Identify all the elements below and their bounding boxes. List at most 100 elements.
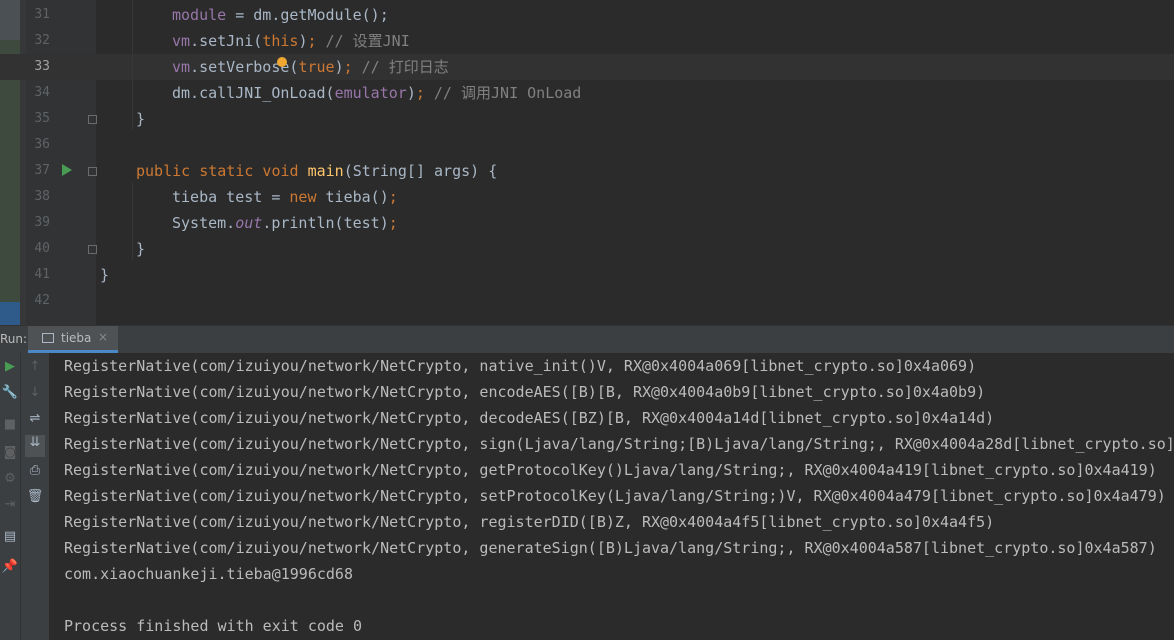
console-line: RegisterNative(com/izuiyou/network/NetCr… xyxy=(64,487,1166,505)
code-token: 打印日志 xyxy=(388,58,449,76)
console-toolbar: ↑ ↓ ⇌ ⇊ ⎙ 🗑 xyxy=(20,353,49,640)
console-output[interactable]: RegisterNative(com/izuiyou/network/NetCr… xyxy=(49,353,1174,640)
fold-marker-icon[interactable] xyxy=(88,167,97,176)
code-line[interactable]: 31 module = dm.getModule(); xyxy=(0,2,1174,28)
code-token: // xyxy=(361,58,389,76)
code-editor[interactable]: 31 module = dm.getModule(); 32 vm.setJni(th… xyxy=(0,0,1174,325)
console-line: com.xiaochuankeji.tieba@1996cd68 xyxy=(64,565,353,583)
layout-icon[interactable]: ▤ xyxy=(0,529,20,544)
code-token: ; xyxy=(343,58,362,76)
close-icon[interactable]: × xyxy=(98,330,108,344)
code-token: tieba() xyxy=(325,188,389,206)
console-line: RegisterNative(com/izuiyou/network/NetCr… xyxy=(64,409,995,427)
stop-icon[interactable]: ■ xyxy=(0,417,20,432)
fold-marker-icon[interactable] xyxy=(88,115,97,124)
code-token: .setJni( xyxy=(190,32,263,50)
print-icon[interactable]: ⎙ xyxy=(25,463,45,478)
tab-tieba[interactable]: tieba × xyxy=(28,326,118,353)
code-token: // xyxy=(325,32,353,50)
code-line[interactable]: 42 xyxy=(0,288,1174,314)
line-number: 40 xyxy=(34,241,50,256)
line-number: 35 xyxy=(34,111,50,126)
settings-icon[interactable]: ⚙ xyxy=(0,471,20,486)
code-line[interactable]: 41} xyxy=(0,262,1174,288)
code-token: this xyxy=(262,32,299,50)
code-token: 调用 xyxy=(461,84,492,102)
code-token: ; xyxy=(388,188,398,206)
run-panel: ▶ 🔧 ■ ◙ ⚙ ⇥ ▤ 📌 ↑ ↓ ⇌ ⇊ ⎙ 🗑 RegisterNati… xyxy=(0,353,1174,640)
code-text: public static void main(String[] args) { xyxy=(136,158,497,184)
trash-icon[interactable]: 🗑 xyxy=(25,489,45,504)
code-line[interactable]: 33 vm.setVerbose(true); // 打印日志 xyxy=(0,54,1174,80)
code-token: 设置 xyxy=(352,32,383,50)
code-line[interactable]: 39 System.out.println(test); xyxy=(0,210,1174,236)
line-number: 32 xyxy=(34,33,50,48)
line-number: 37 xyxy=(34,163,50,178)
line-number: 36 xyxy=(34,137,50,152)
code-token: JNI OnLoad xyxy=(491,84,582,102)
code-line[interactable]: 34 dm.callJNI_OnLoad(emulator); // 调用JNI … xyxy=(0,80,1174,106)
code-text: vm.setVerbose(true); // 打印日志 xyxy=(172,54,449,80)
code-line[interactable]: 35} xyxy=(0,106,1174,132)
code-text: vm.setJni(this); // 设置JNI xyxy=(172,28,410,54)
console-line: RegisterNative(com/izuiyou/network/NetCr… xyxy=(64,435,1174,453)
line-number: 39 xyxy=(34,215,50,230)
code-token: ; xyxy=(388,214,398,232)
console-line: RegisterNative(com/izuiyou/network/NetCr… xyxy=(64,539,1157,557)
code-token: public static void xyxy=(136,162,308,180)
tab-label: tieba xyxy=(61,331,92,345)
console-line: Process finished with exit code 0 xyxy=(64,617,363,635)
console-line: RegisterNative(com/izuiyou/network/NetCr… xyxy=(64,461,1157,479)
code-text: dm.callJNI_OnLoad(emulator); // 调用JNI On… xyxy=(172,80,581,106)
code-token: ) xyxy=(334,58,344,76)
console-line: RegisterNative(com/izuiyou/network/NetCr… xyxy=(64,357,977,375)
soft-wrap-icon[interactable]: ⇌ xyxy=(25,411,45,426)
code-token: vm xyxy=(172,58,191,76)
console-line: RegisterNative(com/izuiyou/network/NetCr… xyxy=(64,383,986,401)
code-line[interactable]: 40} xyxy=(0,236,1174,262)
code-token: ; xyxy=(415,84,434,102)
code-token: new xyxy=(289,188,326,206)
console-icon xyxy=(42,333,54,343)
line-number: 34 xyxy=(34,85,50,100)
code-line[interactable]: 37 public static void main(String[] args)… xyxy=(0,158,1174,184)
scroll-to-end-icon[interactable]: ⇊ xyxy=(25,435,45,457)
code-text: tieba test = new tieba(); xyxy=(172,184,398,210)
code-token: tieba test = xyxy=(172,188,290,206)
run-icon[interactable]: ▶ xyxy=(0,359,20,374)
code-token: main xyxy=(307,162,344,180)
code-token: out xyxy=(235,214,263,232)
code-token: ; xyxy=(307,32,326,50)
indent-guide xyxy=(132,182,133,260)
line-number: 31 xyxy=(34,7,50,22)
line-number: 42 xyxy=(34,293,50,308)
code-token: System. xyxy=(172,214,236,232)
code-text: } xyxy=(100,262,109,288)
code-token: = dm.getModule(); xyxy=(226,6,389,24)
run-gutter-icon[interactable] xyxy=(62,164,72,176)
code-token: JNI xyxy=(382,32,410,50)
down-arrow-icon[interactable]: ↓ xyxy=(25,385,45,400)
run-tool-window-header: Run: tieba × xyxy=(0,325,1174,353)
run-label: Run: xyxy=(0,332,28,346)
code-text: System.out.println(test); xyxy=(172,210,398,236)
run-toolbar: ▶ 🔧 ■ ◙ ⚙ ⇥ ▤ 📌 xyxy=(0,353,20,640)
up-arrow-icon[interactable]: ↑ xyxy=(25,359,45,374)
pin-icon[interactable]: 📌 xyxy=(0,559,20,574)
line-number: 33 xyxy=(34,59,50,74)
code-token: (String[] args) { xyxy=(343,162,498,180)
code-token: vm xyxy=(172,32,191,50)
code-text: } xyxy=(136,106,145,132)
code-token: emulator xyxy=(334,84,407,102)
camera-icon[interactable]: ◙ xyxy=(0,445,20,460)
code-token: module xyxy=(172,6,227,24)
intention-bulb-icon[interactable] xyxy=(277,57,287,67)
code-token: dm.callJNI_OnLoad( xyxy=(172,84,335,102)
code-token: } xyxy=(100,266,110,284)
exit-icon[interactable]: ⇥ xyxy=(0,497,20,512)
code-line[interactable]: 32 vm.setJni(this); // 设置JNI xyxy=(0,28,1174,54)
code-line[interactable]: 38 tieba test = new tieba(); xyxy=(0,184,1174,210)
wrench-icon[interactable]: 🔧 xyxy=(0,385,20,400)
code-line[interactable]: 36 xyxy=(0,132,1174,158)
fold-marker-icon[interactable] xyxy=(88,245,97,254)
